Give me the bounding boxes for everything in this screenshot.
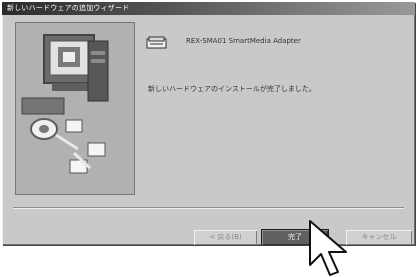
window-title: 新しいハードウェアの追加ウィザード <box>7 4 130 12</box>
device-name: REX-SMA01 SmartMedia Adapter <box>186 37 301 45</box>
back-button[interactable]: < 戻る(B) <box>194 230 257 245</box>
completion-message: 新しいハードウェアのインストールが完了しました。 <box>148 85 316 93</box>
title-bar[interactable]: 新しいハードウェアの追加ウィザード <box>2 2 415 15</box>
card-reader-icon <box>146 36 167 49</box>
mouse-pointer-icon <box>309 220 347 276</box>
button-separator <box>13 207 404 209</box>
add-hardware-wizard-dialog: 新しいハードウェアの追加ウィザード REX-SMA01 SmartMedia A… <box>2 2 415 245</box>
wizard-illustration <box>15 22 135 195</box>
computer-install-illustration <box>16 23 134 194</box>
